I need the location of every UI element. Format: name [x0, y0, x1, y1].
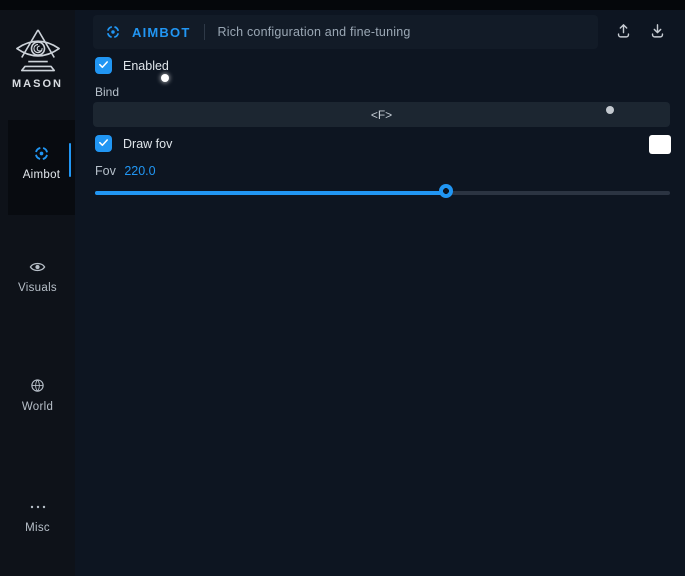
brand-name: MASON: [0, 78, 75, 90]
ellipsis-icon: [29, 498, 47, 515]
globe-icon: [30, 377, 45, 394]
app-window: MASON Aimbot Visuals: [0, 0, 685, 576]
active-accent-bar: [69, 143, 71, 177]
bind-key-field[interactable]: <F>: [93, 102, 670, 127]
download-config-button[interactable]: [646, 22, 668, 44]
enabled-row: Enabled: [95, 57, 169, 74]
draw-fov-row: Draw fov: [95, 135, 172, 152]
sidebar-item-aimbot[interactable]: Aimbot: [8, 120, 75, 215]
crosshair-icon: [33, 145, 50, 162]
enabled-label: Enabled: [123, 59, 169, 73]
bind-label: Bind: [95, 85, 119, 99]
fov-slider-thumb[interactable]: [439, 184, 453, 198]
sidebar-item-label: Misc: [0, 522, 75, 534]
enabled-checkbox[interactable]: [95, 57, 112, 74]
sidebar-item-label: Visuals: [0, 282, 75, 294]
sidebar-item-misc[interactable]: Misc: [0, 498, 75, 534]
upload-config-button[interactable]: [612, 22, 634, 44]
fov-slider[interactable]: [95, 186, 670, 200]
window-top-strip: [0, 0, 685, 10]
page-subtitle: Rich configuration and fine-tuning: [217, 25, 410, 39]
fov-label: Fov: [95, 164, 116, 178]
fov-slider-fill: [95, 191, 446, 195]
page-title: AIMBOT: [132, 25, 190, 40]
draw-fov-checkbox[interactable]: [95, 135, 112, 152]
checkmark-icon: [98, 135, 109, 153]
upload-icon: [615, 22, 632, 44]
main-panel: AIMBOT Rich configuration and fine-tunin…: [75, 10, 685, 576]
page-header: AIMBOT Rich configuration and fine-tunin…: [93, 15, 598, 49]
checkmark-icon: [98, 57, 109, 75]
fov-value: 220.0: [124, 164, 155, 178]
gray-dot-indicator: [606, 106, 614, 114]
mouse-cursor-dot: [161, 74, 169, 82]
sidebar-item-label: Aimbot: [8, 169, 75, 181]
sidebar-item-label: World: [0, 401, 75, 413]
eye-icon: [29, 258, 46, 275]
mason-pyramid-eye-icon: [0, 28, 75, 74]
sidebar: MASON Aimbot Visuals: [0, 10, 75, 576]
brand-logo: MASON: [0, 28, 75, 90]
bind-key-value: <F>: [371, 108, 392, 122]
draw-fov-label: Draw fov: [123, 137, 172, 151]
sidebar-item-world[interactable]: World: [0, 377, 75, 413]
download-icon: [649, 22, 666, 44]
sidebar-item-visuals[interactable]: Visuals: [0, 258, 75, 294]
fov-value-row: Fov 220.0: [95, 164, 156, 178]
header-divider: [204, 24, 205, 40]
fov-color-swatch[interactable]: [649, 135, 671, 154]
crosshair-icon: [105, 24, 121, 40]
